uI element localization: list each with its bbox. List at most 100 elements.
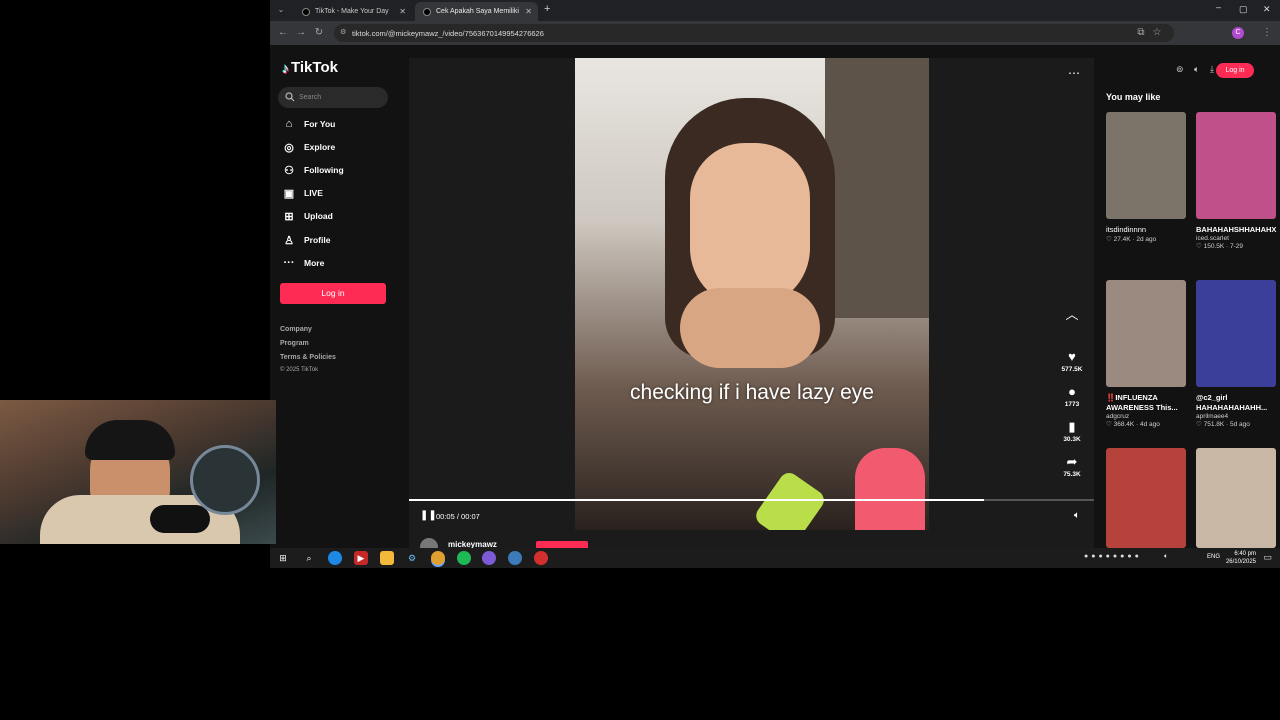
nav-upload[interactable]: ⊞ Upload: [282, 207, 332, 225]
tiktok-favicon-icon: [302, 7, 310, 16]
language-indicator[interactable]: ENG: [1207, 554, 1220, 560]
follow-button[interactable]: [536, 541, 588, 548]
share-button[interactable]: ➦ 75.3K: [1057, 454, 1087, 479]
header-login-button[interactable]: Log in: [1216, 63, 1254, 78]
download-icon[interactable]: ⤓: [1210, 64, 1214, 75]
tiktok-logo[interactable]: ♪ TikTok: [282, 59, 338, 76]
tab-title: TikTok - Make Your Day: [315, 8, 389, 15]
tab-tiktok[interactable]: TikTok - Make Your Day ✕: [294, 2, 412, 21]
profile-avatar-icon[interactable]: C: [1232, 27, 1244, 39]
close-tab-icon[interactable]: ✕: [399, 7, 406, 16]
rec-user: adgcruz: [1106, 413, 1130, 420]
notification-icon[interactable]: ▭: [1263, 552, 1272, 563]
share-icon: ➦: [1066, 454, 1078, 469]
nav-for-you[interactable]: ⌂ For You: [282, 115, 336, 133]
nav-profile[interactable]: ♙ Profile: [282, 231, 330, 249]
video-frame[interactable]: checking if i have lazy eye: [575, 58, 929, 530]
maximize-icon[interactable]: ▢: [1239, 4, 1248, 15]
tiktok-note-icon: ♪: [282, 59, 289, 76]
install-icon[interactable]: ⧉: [1134, 26, 1148, 40]
rec-card[interactable]: [1196, 448, 1276, 548]
media-player-icon[interactable]: ▶: [354, 551, 368, 565]
rec-thumbnail[interactable]: [1196, 112, 1276, 219]
tab-search-icon[interactable]: ⌄: [274, 3, 288, 17]
recommendations-panel: You may like itsdindinnnn ♡ 27.4K · 2d a…: [1098, 45, 1280, 548]
rec-card[interactable]: [1106, 448, 1186, 548]
save-button[interactable]: ▮ 30.3K: [1057, 420, 1087, 444]
video-player[interactable]: checking if i have lazy eye ⋯ ︿ ♥ 577.5K…: [409, 58, 1094, 548]
site-info-icon[interactable]: ⚙: [340, 28, 346, 36]
chrome-icon[interactable]: [431, 551, 445, 565]
minimize-icon[interactable]: –: [1216, 2, 1221, 12]
like-button[interactable]: ♥ 577.5K: [1057, 350, 1087, 374]
back-icon[interactable]: ←: [276, 26, 290, 40]
more-options-icon[interactable]: ⋯: [1068, 66, 1080, 80]
new-tab-icon[interactable]: +: [544, 3, 550, 15]
nav-following[interactable]: ⚇ Following: [282, 161, 344, 179]
rec-thumbnail[interactable]: [1196, 280, 1276, 387]
taskbar-search-icon[interactable]: ⌕: [302, 551, 316, 565]
rec-meta: ♡ 150.5K · 7-29: [1196, 243, 1244, 250]
file-explorer-icon[interactable]: [380, 551, 394, 565]
live-icon: ▣: [283, 187, 295, 200]
recommendations-heading: You may like: [1106, 92, 1161, 102]
footer-program-link[interactable]: Program: [280, 340, 309, 347]
rec-card[interactable]: itsdindinnnn ♡ 27.4K · 2d ago: [1106, 112, 1188, 243]
comment-icon: ●: [1068, 384, 1076, 399]
nav-live[interactable]: ▣ LIVE: [282, 184, 323, 202]
previous-video-icon[interactable]: ︿: [1057, 308, 1087, 322]
reload-icon[interactable]: ↻: [312, 26, 326, 40]
forward-icon[interactable]: →: [294, 26, 308, 40]
copyright-text: © 2025 TikTok: [280, 367, 319, 373]
brand-name: TikTok: [291, 59, 338, 76]
coin-icon[interactable]: ⊚: [1176, 64, 1184, 75]
face-shape: [690, 143, 810, 308]
nav-label: For You: [304, 119, 336, 129]
recording-app-icon[interactable]: [534, 551, 548, 565]
author-name[interactable]: mickeymawz: [448, 540, 497, 548]
clock[interactable]: 6:40 pm 26/10/2025: [1226, 550, 1256, 566]
steam-icon[interactable]: ⚙: [405, 551, 419, 565]
video-caption: checking if i have lazy eye: [630, 381, 874, 404]
discord-icon[interactable]: [482, 551, 496, 565]
edge-icon[interactable]: [328, 551, 342, 565]
search-placeholder: Search: [299, 94, 322, 101]
nav-explore[interactable]: ◎ Explore: [282, 138, 335, 156]
login-button[interactable]: Log in: [280, 283, 386, 304]
url-text: tiktok.com/@mickeymawz_/video/7563670149…: [352, 28, 544, 38]
video-time: 00:05 / 00:07: [436, 512, 480, 521]
volume-icon[interactable]: 🔈︎: [1074, 510, 1080, 521]
windows-start-icon[interactable]: ⊞: [276, 551, 290, 565]
search-input[interactable]: Search: [278, 87, 388, 108]
system-tray-icons[interactable]: ●●●●●●●●: [1084, 553, 1142, 560]
fan-shape: [190, 445, 260, 515]
rec-user: aprilmaee4: [1196, 413, 1229, 420]
rec-card[interactable]: BAHAHAHSHHAHAHX iced.scarlet ♡ 150.5K · …: [1196, 112, 1278, 250]
microphone-shape: [150, 505, 210, 533]
tab-video[interactable]: Cek Apakah Saya Memiliki ✕: [415, 2, 538, 21]
webcam-overlay: [0, 400, 276, 544]
bookmark-star-icon[interactable]: ☆: [1150, 26, 1164, 40]
rec-user: iced.scarlet: [1196, 235, 1229, 242]
close-window-icon[interactable]: ✕: [1263, 4, 1271, 15]
mute-icon[interactable]: 🔈︎: [1194, 64, 1199, 75]
menu-dots-icon[interactable]: ⋮: [1260, 26, 1274, 40]
tiktok-page: ♪ TikTok Search ⌂ For You ◎ Explore ⚇ Fo…: [270, 45, 1280, 548]
footer-terms-link[interactable]: Terms & Policies: [280, 354, 336, 361]
app-icon[interactable]: [508, 551, 522, 565]
close-tab-icon[interactable]: ✕: [525, 7, 532, 16]
volume-tray-icon[interactable]: 🔈︎: [1164, 553, 1168, 561]
rec-thumbnail[interactable]: [1106, 448, 1186, 548]
rec-thumbnail[interactable]: [1196, 448, 1276, 548]
rec-card[interactable]: ‼️INFLUENZA AWARENESS This... adgcruz ♡ …: [1106, 280, 1188, 428]
footer-company-link[interactable]: Company: [280, 326, 312, 333]
rec-card[interactable]: @c2_girl HAHAHAHAHAHH... aprilmaee4 ♡ 75…: [1196, 280, 1278, 428]
rec-thumbnail[interactable]: [1106, 280, 1186, 387]
rec-thumbnail[interactable]: [1106, 112, 1186, 219]
user-follow-icon: ⚇: [284, 164, 294, 177]
pause-icon[interactable]: ❚❚: [420, 510, 437, 521]
comment-button[interactable]: ● 1773: [1057, 384, 1087, 409]
url-input[interactable]: ⚙ tiktok.com/@mickeymawz_/video/75636701…: [334, 24, 1174, 42]
nav-more[interactable]: ··· More: [282, 254, 325, 272]
spotify-icon[interactable]: [457, 551, 471, 565]
